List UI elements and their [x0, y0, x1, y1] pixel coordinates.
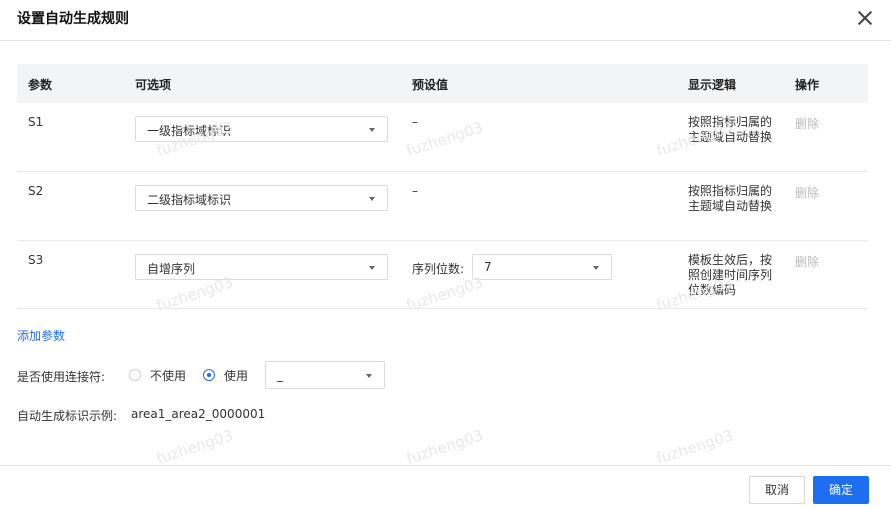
table-row: S1 一级指标域标识 – 按照指标归属的主题域自动替换 删除 — [17, 103, 868, 172]
option-select-value: 自增序列 — [147, 262, 196, 276]
rules-table: 参数 可选项 预设值 显示逻辑 操作 S1 一级指标域标识 – 按照指标归属的主… — [17, 64, 868, 309]
option-select[interactable]: 二级指标域标识 — [135, 185, 388, 211]
radio-no-connector[interactable] — [129, 369, 141, 381]
radio-no-connector-label[interactable]: 不使用 — [150, 367, 186, 384]
option-select[interactable]: 一级指标域标识 — [135, 116, 388, 142]
example-label: 自动生成标识示例: — [17, 409, 118, 423]
radio-use-connector[interactable] — [203, 369, 215, 381]
chevron-down-icon — [593, 266, 599, 270]
connector-select-value: _ — [277, 368, 283, 382]
sequence-digits-select[interactable]: 7 — [472, 254, 612, 280]
connector-select[interactable]: _ — [265, 361, 385, 389]
radio-use-connector-label[interactable]: 使用 — [224, 367, 248, 384]
delete-link[interactable]: 删除 — [795, 184, 819, 201]
param-name: S3 — [28, 253, 44, 267]
example-value: area1_area2_0000001 — [131, 407, 266, 421]
watermark: fuzheng03 — [404, 426, 486, 468]
cancel-button[interactable]: 取消 — [749, 476, 805, 504]
option-select-value: 二级指标域标识 — [147, 193, 232, 207]
param-name: S2 — [28, 184, 44, 198]
option-select[interactable]: 自增序列 — [135, 254, 388, 280]
preset-value: – — [412, 184, 418, 198]
option-select-value: 一级指标域标识 — [147, 124, 232, 138]
add-param-link[interactable]: 添加参数 — [17, 327, 65, 344]
close-icon[interactable] — [857, 10, 873, 26]
display-logic: 模板生效后，按照创建时间序列位数编码 — [688, 253, 773, 297]
sequence-digits-label: 序列位数: — [412, 262, 465, 276]
preset-value: – — [412, 115, 418, 129]
chevron-down-icon — [369, 128, 375, 132]
chevron-down-icon — [369, 197, 375, 201]
table-header: 参数 可选项 预设值 显示逻辑 操作 — [17, 64, 868, 103]
dialog-title: 设置自动生成规则 — [17, 11, 129, 27]
sequence-digits-value: 7 — [484, 260, 492, 274]
watermark: fuzheng03 — [154, 426, 236, 468]
display-logic: 按照指标归属的主题域自动替换 — [688, 184, 773, 213]
header-preset: 预设值 — [412, 78, 449, 92]
dialog-header: 设置自动生成规则 — [0, 0, 891, 41]
display-logic: 按照指标归属的主题域自动替换 — [688, 115, 773, 144]
confirm-button[interactable]: 确定 — [813, 476, 869, 504]
header-logic: 显示逻辑 — [688, 78, 737, 92]
connector-label: 是否使用连接符: — [17, 370, 106, 384]
chevron-down-icon — [369, 266, 375, 270]
param-name: S1 — [28, 115, 44, 129]
table-row: S3 自增序列 序列位数: 7 模板生效后，按照创建时间序列位数编码 删除 — [17, 241, 868, 309]
delete-link[interactable]: 删除 — [795, 115, 819, 132]
header-options: 可选项 — [135, 78, 172, 92]
table-row: S2 二级指标域标识 – 按照指标归属的主题域自动替换 删除 — [17, 172, 868, 241]
header-param: 参数 — [28, 78, 53, 92]
watermark: fuzheng03 — [654, 426, 736, 468]
header-action: 操作 — [795, 78, 820, 92]
delete-link[interactable]: 删除 — [795, 253, 819, 270]
chevron-down-icon — [366, 374, 372, 378]
